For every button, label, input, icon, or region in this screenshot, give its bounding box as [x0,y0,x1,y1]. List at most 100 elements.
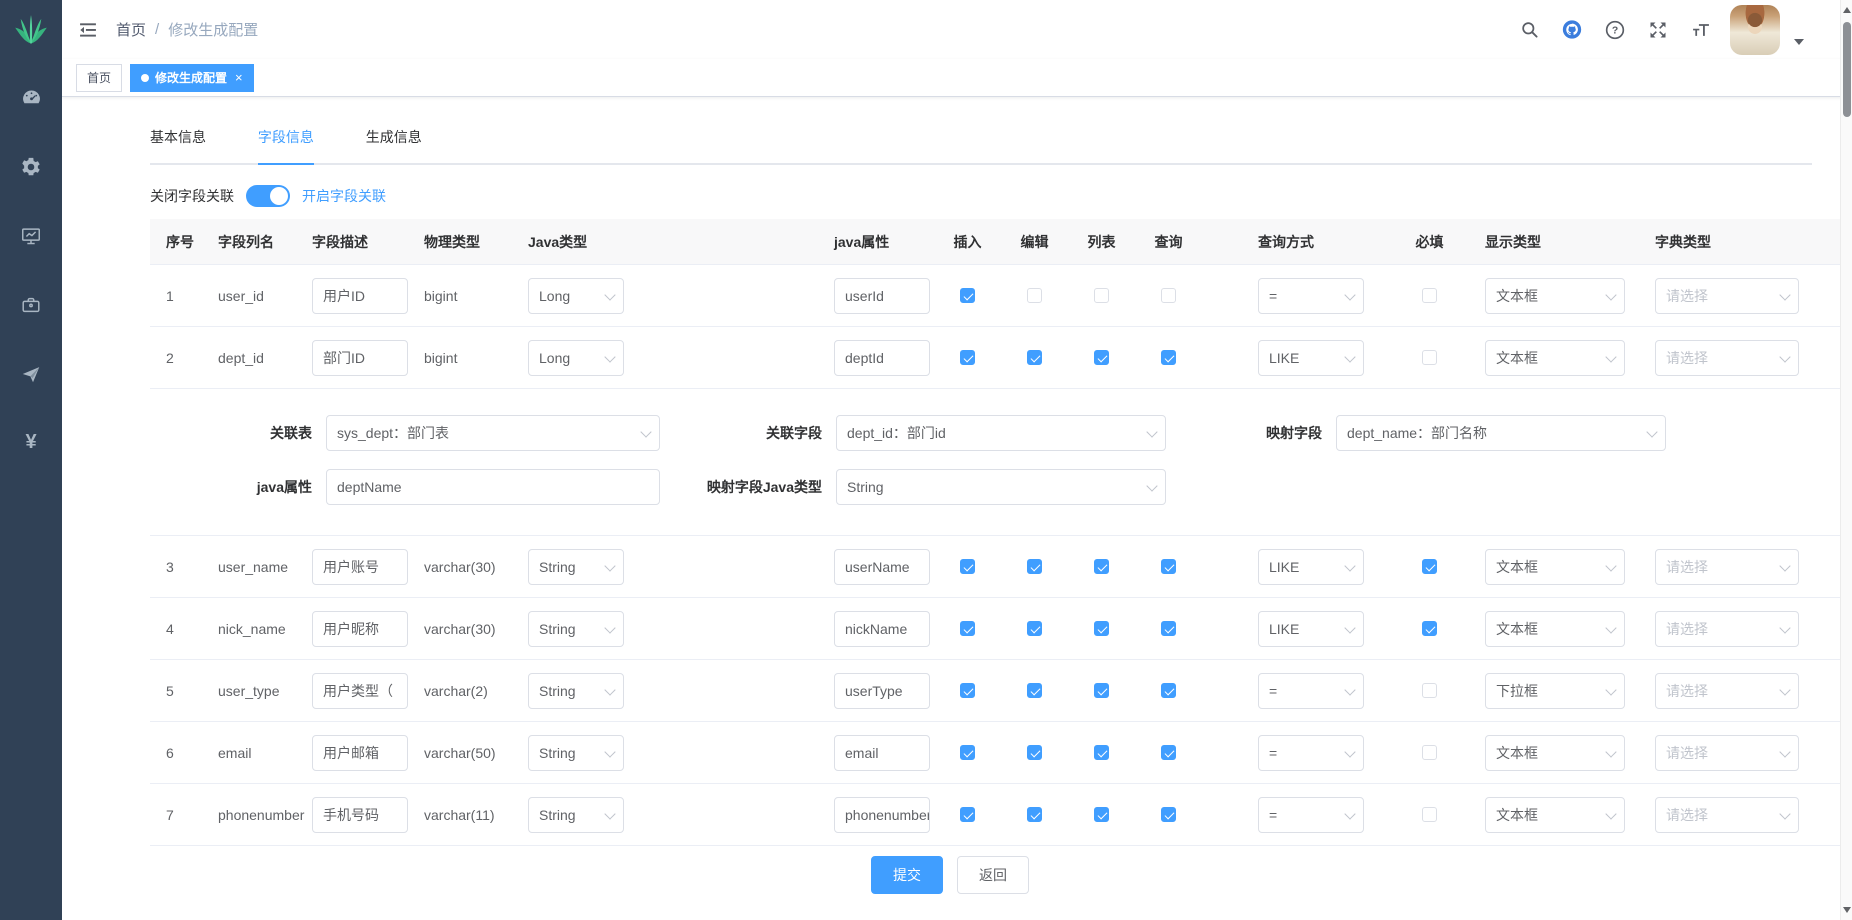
java-field-input[interactable]: deptId [834,340,930,376]
java-field-input[interactable]: phonenumber [834,797,930,833]
column-comment-input[interactable]: 手机号码 [312,797,408,833]
column-comment-input[interactable]: 用户类型（ [312,673,408,709]
query-type-select[interactable]: LIKE [1258,340,1364,376]
required-checkbox[interactable] [1422,807,1437,822]
sidebar-item-dashboard[interactable] [0,63,62,132]
insert-checkbox[interactable] [960,288,975,303]
query-checkbox[interactable] [1161,807,1176,822]
html-type-select[interactable]: 文本框 [1485,549,1625,585]
edit-checkbox[interactable] [1027,745,1042,760]
java-field-input[interactable]: userName [834,549,930,585]
insert-checkbox[interactable] [960,621,975,636]
tab-field-info[interactable]: 字段信息 [258,127,314,163]
query-type-select[interactable]: = [1258,797,1364,833]
java-type-select[interactable]: String [528,549,624,585]
query-checkbox[interactable] [1161,350,1176,365]
html-type-select[interactable]: 文本框 [1485,735,1625,771]
page-scrollbar[interactable] [1840,0,1852,920]
java-field-input[interactable]: email [834,735,930,771]
tag-home[interactable]: 首页 [76,64,122,92]
java-type-select[interactable]: String [528,797,624,833]
query-checkbox[interactable] [1161,683,1176,698]
avatar[interactable] [1730,5,1780,55]
edit-checkbox[interactable] [1027,559,1042,574]
required-checkbox[interactable] [1422,683,1437,698]
insert-checkbox[interactable] [960,559,975,574]
assoc-field-select[interactable]: dept_id：部门id [836,415,1166,451]
map-field-select[interactable]: dept_name：部门名称 [1336,415,1666,451]
html-type-select[interactable]: 文本框 [1485,278,1625,314]
query-type-select[interactable]: = [1258,735,1364,771]
query-type-select[interactable]: LIKE [1258,611,1364,647]
required-checkbox[interactable] [1422,288,1437,303]
java-field-input[interactable]: nickName [834,611,930,647]
dict-type-select[interactable]: 请选择 [1655,340,1799,376]
java-type-select[interactable]: String [528,673,624,709]
submit-button[interactable]: 提交 [871,856,943,894]
list-checkbox[interactable] [1094,745,1109,760]
insert-checkbox[interactable] [960,745,975,760]
edit-checkbox[interactable] [1027,288,1042,303]
list-checkbox[interactable] [1094,683,1109,698]
breadcrumb-home[interactable]: 首页 [116,19,146,40]
search-button[interactable] [1519,20,1539,40]
java-field-input[interactable]: userId [834,278,930,314]
edit-checkbox[interactable] [1027,621,1042,636]
dict-type-select[interactable]: 请选择 [1655,611,1799,647]
help-button[interactable]: ? [1605,20,1625,40]
list-checkbox[interactable] [1094,288,1109,303]
html-type-select[interactable]: 文本框 [1485,797,1625,833]
edit-checkbox[interactable] [1027,683,1042,698]
dict-type-select[interactable]: 请选择 [1655,549,1799,585]
tab-basic-info[interactable]: 基本信息 [150,127,206,163]
query-checkbox[interactable] [1161,288,1176,303]
sidebar-item-monitor[interactable] [0,201,62,270]
html-type-select[interactable]: 文本框 [1485,340,1625,376]
query-type-select[interactable]: = [1258,673,1364,709]
map-java-type-select[interactable]: String [836,469,1166,505]
dict-type-select[interactable]: 请选择 [1655,797,1799,833]
back-button[interactable]: 返回 [957,856,1029,894]
tag-current-page[interactable]: 修改生成配置 × [130,64,254,92]
query-checkbox[interactable] [1161,621,1176,636]
query-checkbox[interactable] [1161,745,1176,760]
font-size-button[interactable] [1691,20,1711,40]
association-toggle-switch[interactable] [246,185,290,207]
close-icon[interactable]: × [235,71,243,84]
required-checkbox[interactable] [1422,350,1437,365]
list-checkbox[interactable] [1094,350,1109,365]
html-type-select[interactable]: 下拉框 [1485,673,1625,709]
java-type-select[interactable]: String [528,735,624,771]
html-type-select[interactable]: 文本框 [1485,611,1625,647]
list-checkbox[interactable] [1094,559,1109,574]
scroll-up-arrow-icon[interactable] [1843,7,1851,13]
column-comment-input[interactable]: 用户ID [312,278,408,314]
fullscreen-button[interactable] [1648,20,1668,40]
java-type-select[interactable]: Long [528,340,624,376]
app-logo[interactable] [0,0,62,59]
query-type-select[interactable]: LIKE [1258,549,1364,585]
edit-checkbox[interactable] [1027,350,1042,365]
query-type-select[interactable]: = [1258,278,1364,314]
column-comment-input[interactable]: 用户邮箱 [312,735,408,771]
java-field-input[interactable]: userType [834,673,930,709]
assoc-table-select[interactable]: sys_dept：部门表 [326,415,660,451]
sidebar-fold-button[interactable] [78,19,100,41]
insert-checkbox[interactable] [960,807,975,822]
dict-type-select[interactable]: 请选择 [1655,735,1799,771]
column-comment-input[interactable]: 用户昵称 [312,611,408,647]
tab-generate-info[interactable]: 生成信息 [366,127,422,163]
edit-checkbox[interactable] [1027,807,1042,822]
java-type-select[interactable]: String [528,611,624,647]
list-checkbox[interactable] [1094,621,1109,636]
insert-checkbox[interactable] [960,683,975,698]
java-attr-input[interactable]: deptName [326,469,660,505]
user-menu[interactable] [1730,5,1804,55]
github-link[interactable] [1562,20,1582,40]
required-checkbox[interactable] [1422,745,1437,760]
insert-checkbox[interactable] [960,350,975,365]
java-type-select[interactable]: Long [528,278,624,314]
required-checkbox[interactable] [1422,559,1437,574]
sidebar-item-guide[interactable] [0,339,62,408]
scroll-down-arrow-icon[interactable] [1843,907,1851,913]
